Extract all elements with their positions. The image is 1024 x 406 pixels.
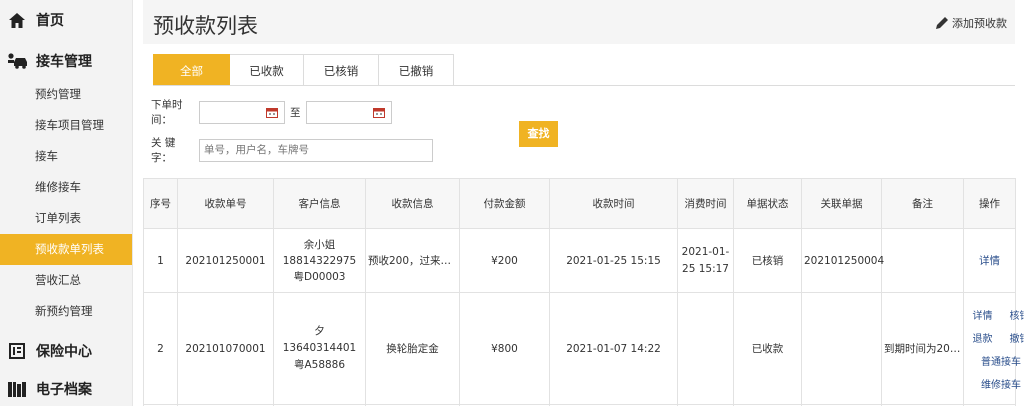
pencil-icon — [935, 16, 949, 30]
insurance-icon — [6, 342, 28, 360]
main-content: 预收款列表 添加预收款 全部 已收款 已核销 已撤销 下单时间： 至 关 键 字… — [143, 0, 1024, 406]
col-header: 关联单据 — [801, 178, 882, 229]
calendar-icon[interactable] — [266, 107, 278, 118]
add-prepayment-button[interactable]: 添加预收款 — [935, 15, 1007, 31]
sidebar-item-reception-projects[interactable]: 接车项目管理 — [0, 110, 132, 141]
sidebar-item-orders[interactable]: 订单列表 — [0, 203, 132, 234]
sidebar-item-repair-reception[interactable]: 维修接车 — [0, 172, 132, 203]
verify-link[interactable]: 核销 — [1003, 307, 1024, 322]
keyword-label: 关 键 字： — [151, 137, 176, 164]
prepayment-table: 序号 收款单号 客户信息 收款信息 付款金额 收款时间 消费时间 单据状态 关联… — [143, 178, 1024, 406]
cell-consume-time — [677, 292, 734, 405]
cell-amount: ¥200 — [459, 228, 550, 293]
tab-verified[interactable]: 已核销 — [304, 54, 379, 86]
add-prepayment-label: 添加预收款 — [952, 17, 1007, 30]
revoke-link[interactable]: 撤销 — [1003, 330, 1024, 345]
cell-receipt-no: 202101070001 — [177, 292, 274, 405]
cell-remark: 到期时间为2021... — [881, 292, 964, 405]
cell-consume-time: 2021-01- 25 15:17 — [677, 228, 734, 293]
car-icon — [6, 52, 28, 70]
cell-ops: 详情 核销 退款 撤销 普通接车 维修接车 — [963, 292, 1024, 405]
sidebar-home-label: 首页 — [36, 13, 64, 29]
cell-receipt-time: 2021-01-25 15:15 — [549, 228, 678, 293]
col-header: 客户信息 — [273, 178, 366, 229]
detail-link[interactable]: 详情 — [979, 255, 1000, 267]
table-row: 1 202101250001 余小姐 18814322975 粤D00003 预… — [143, 228, 1016, 293]
col-header: 消费时间 — [677, 178, 734, 229]
filter-form: 下单时间： 至 关 键 字： — [151, 99, 433, 176]
sidebar-reception[interactable]: 接车管理 — [0, 43, 132, 79]
start-date-input[interactable] — [199, 100, 285, 124]
sidebar-item-reception[interactable]: 接车 — [0, 141, 132, 172]
cell-amount: ¥800 — [459, 292, 550, 405]
col-header: 备注 — [881, 178, 964, 229]
cell-receipt-no: 202101250001 — [177, 228, 274, 293]
status-tabs: 全部 已收款 已核销 已撤销 — [153, 54, 454, 86]
cell-customer: 夕 13640314401 粤A58886 — [273, 292, 366, 405]
customer-name: 夕 — [314, 325, 325, 337]
cell-customer: 余小姐 18814322975 粤D00003 — [273, 228, 366, 293]
tab-revoked[interactable]: 已撤销 — [379, 54, 454, 86]
search-button[interactable]: 查找 — [519, 121, 558, 147]
table-header-row: 序号 收款单号 客户信息 收款信息 付款金额 收款时间 消费时间 单据状态 关联… — [143, 178, 1016, 229]
page-title: 预收款列表 — [153, 14, 258, 38]
table-row: 2 202101070001 夕 13640314401 粤A58886 换轮胎… — [143, 292, 1024, 405]
col-header: 单据状态 — [733, 178, 802, 229]
sidebar-insurance-label: 保险中心 — [36, 344, 92, 360]
cell-status: 已核销 — [733, 228, 802, 293]
consume-time-line: 2021-01- — [681, 245, 730, 258]
title-bar: 预收款列表 添加预收款 — [143, 0, 1015, 44]
cell-receipt-info: 换轮胎定金 — [365, 292, 460, 405]
cell-no: 2 — [143, 292, 178, 405]
normal-reception-link[interactable]: 普通接车 — [966, 353, 1024, 368]
tabs-divider — [153, 85, 1015, 86]
sidebar-insurance[interactable]: 保险中心 — [0, 333, 132, 369]
related-order-link[interactable]: 202101250004 — [801, 228, 884, 293]
col-header: 序号 — [143, 178, 178, 229]
order-time-label: 下单时间： — [151, 99, 183, 126]
cell-remark — [881, 228, 964, 293]
customer-phone: 13640314401 — [282, 342, 357, 354]
related-order-link — [801, 292, 882, 405]
sidebar-item-prepayment-list[interactable]: 预收款单列表 — [0, 234, 132, 265]
customer-phone: 18814322975 — [282, 254, 357, 267]
archive-icon — [6, 380, 28, 398]
sidebar-home[interactable]: 首页 — [0, 2, 132, 38]
sidebar-archive[interactable]: 电子档案 — [0, 371, 132, 406]
end-date-input[interactable] — [305, 100, 392, 124]
customer-plate: 粤D00003 — [293, 270, 346, 283]
calendar-icon[interactable] — [372, 107, 385, 118]
consume-time-line: 25 15:17 — [682, 262, 729, 275]
col-header: 付款金额 — [459, 178, 550, 229]
repair-reception-link[interactable]: 维修接车 — [966, 376, 1024, 391]
cell-no: 1 — [143, 228, 178, 293]
sidebar: 首页 接车管理 预约管理 接车项目管理 接车 维修接车 订单列表 预收款单列表 … — [0, 0, 133, 406]
sidebar-item-new-appointment[interactable]: 新预约管理 — [0, 296, 132, 327]
sidebar-reception-label: 接车管理 — [36, 54, 92, 70]
to-label: 至 — [290, 106, 301, 119]
keyword-input[interactable] — [199, 138, 433, 162]
cell-receipt-time: 2021-01-07 14:22 — [549, 292, 678, 405]
sidebar-item-appointment[interactable]: 预约管理 — [0, 79, 132, 110]
home-icon — [6, 11, 28, 29]
col-header: 收款单号 — [177, 178, 274, 229]
cell-status: 已收款 — [733, 292, 802, 405]
cell-receipt-info: 预收200，过来做... — [365, 228, 460, 293]
detail-link[interactable]: 详情 — [966, 307, 999, 322]
customer-name: 余小姐 — [303, 238, 336, 251]
refund-link[interactable]: 退款 — [966, 330, 999, 345]
col-header: 收款信息 — [365, 178, 460, 229]
sidebar-archive-label: 电子档案 — [36, 382, 92, 398]
col-header: 收款时间 — [549, 178, 678, 229]
sidebar-item-revenue-summary[interactable]: 营收汇总 — [0, 265, 132, 296]
cell-ops: 详情 — [963, 228, 1016, 293]
col-header: 操作 — [963, 178, 1016, 229]
tab-all[interactable]: 全部 — [153, 54, 230, 86]
customer-plate: 粤A58886 — [293, 359, 346, 371]
tab-received[interactable]: 已收款 — [230, 54, 304, 86]
